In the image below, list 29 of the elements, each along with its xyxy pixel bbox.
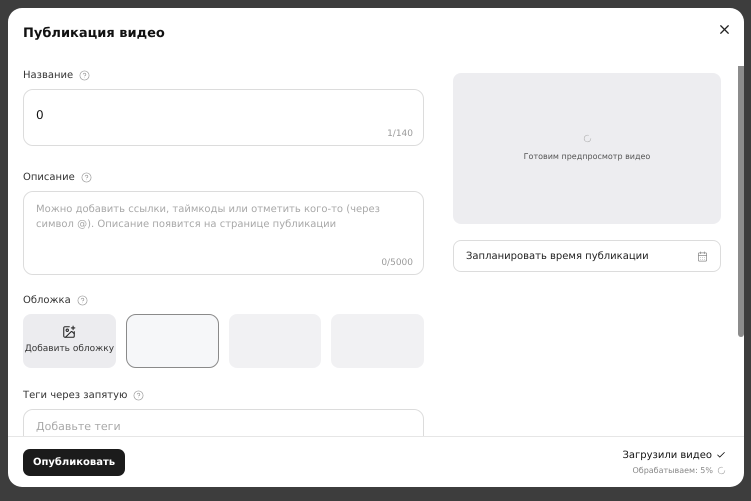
scrollbar[interactable] xyxy=(738,66,744,337)
field-label: Описание xyxy=(23,171,75,185)
processing-status: Обрабатываем: 5% xyxy=(632,464,713,476)
check-icon xyxy=(716,450,726,460)
cover-thumbnail[interactable] xyxy=(126,314,218,368)
add-cover-button[interactable]: Добавить обложку xyxy=(23,314,116,368)
field-placeholder: Можно добавить ссылки, таймкоды или отметить кого-то (через символ @). Описание появится на странице публикации xyxy=(36,203,381,232)
help-icon[interactable] xyxy=(133,390,144,401)
spinner-icon xyxy=(717,466,726,475)
field-value: 0 xyxy=(36,108,44,122)
image-icon xyxy=(62,325,76,340)
field-label: Теги через запятую xyxy=(23,389,128,403)
help-icon[interactable] xyxy=(80,172,92,183)
title-field[interactable]: 0 1/140 xyxy=(23,89,424,146)
publish-button[interactable]: Опубликовать xyxy=(23,448,126,476)
field-label: Обложка xyxy=(23,294,71,308)
field-label: Название xyxy=(23,69,74,83)
preview-status: Готовим предпросмотр видео xyxy=(524,151,650,163)
close-button[interactable] xyxy=(717,22,732,37)
upload-status: Загрузили видео xyxy=(622,448,712,462)
schedule-button[interactable]: Запланировать время публикации xyxy=(453,240,721,272)
char-counter: 0/5000 xyxy=(381,256,413,270)
field-placeholder: Добавьте теги xyxy=(36,420,121,433)
help-icon[interactable] xyxy=(79,70,90,81)
calendar-icon xyxy=(697,250,708,262)
spinner-icon xyxy=(582,134,592,143)
help-icon[interactable] xyxy=(76,295,88,306)
dialog-title: Публикация видео xyxy=(23,25,165,43)
char-counter: 1/140 xyxy=(387,128,413,140)
